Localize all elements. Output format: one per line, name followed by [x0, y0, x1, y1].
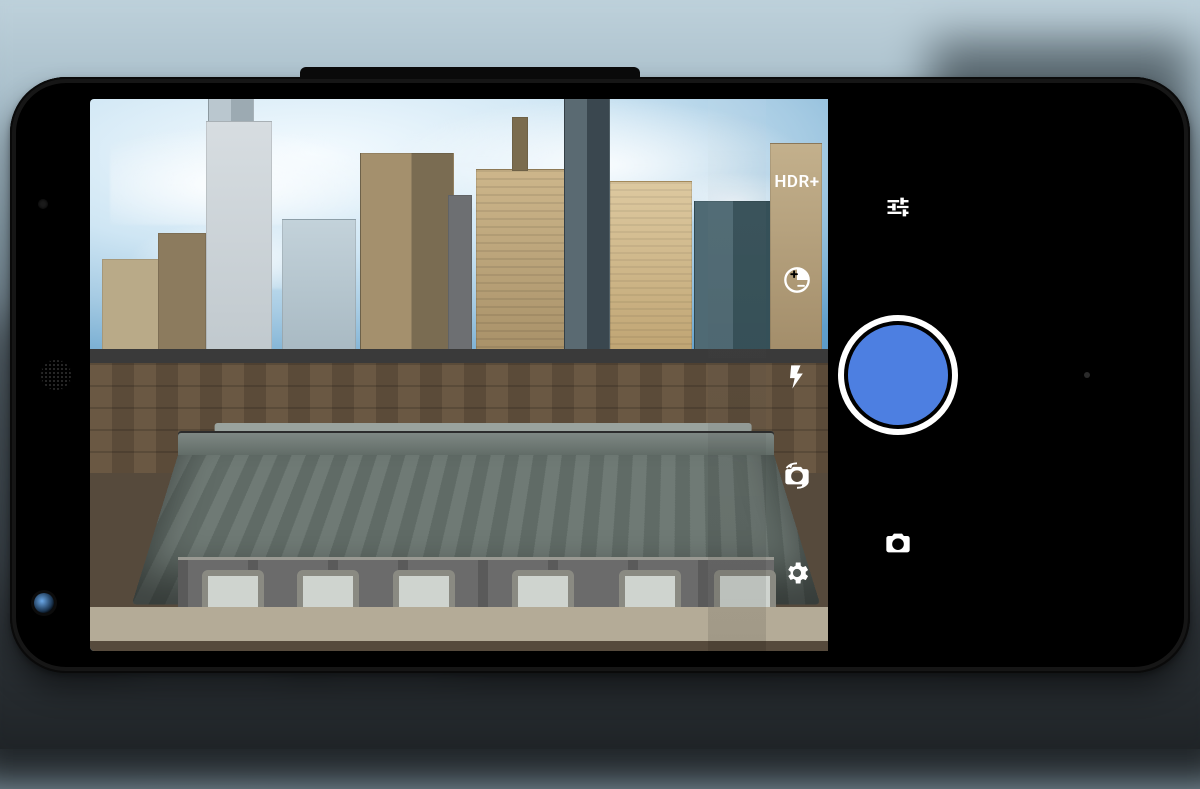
exposure-toggle-icon: [783, 266, 811, 294]
camera-mode-icon: [884, 529, 912, 557]
viewfinder-foreground-roof: [178, 431, 788, 641]
shutter-button-inner: [844, 321, 952, 429]
earpiece-speaker: [40, 359, 72, 391]
camera-control-panel: HDR+: [828, 99, 1110, 651]
tune-sliders-icon: [884, 193, 912, 221]
phone-device-frame: HDR+: [10, 77, 1190, 673]
shutter-button[interactable]: [838, 315, 958, 435]
shutter-column: [828, 99, 967, 651]
phone-screen: HDR+: [90, 99, 1110, 651]
switch-camera-icon: [783, 461, 811, 489]
options-button[interactable]: [878, 177, 918, 237]
exposure-toggle[interactable]: [777, 260, 817, 300]
nav-indicator-dot: [1084, 372, 1090, 378]
camera-viewfinder[interactable]: [90, 99, 828, 651]
notification-led: [38, 199, 48, 209]
camera-mode-button[interactable]: [878, 513, 918, 573]
front-camera-lens: [34, 593, 54, 613]
quick-settings-column: HDR+: [766, 99, 828, 651]
flash-icon: [783, 363, 811, 391]
hdr-toggle[interactable]: HDR+: [777, 162, 817, 202]
settings-gear-icon: [783, 559, 811, 587]
switch-camera-button[interactable]: [777, 455, 817, 495]
settings-button[interactable]: [777, 553, 817, 593]
nav-column: [967, 99, 1110, 651]
flash-toggle[interactable]: [777, 357, 817, 397]
